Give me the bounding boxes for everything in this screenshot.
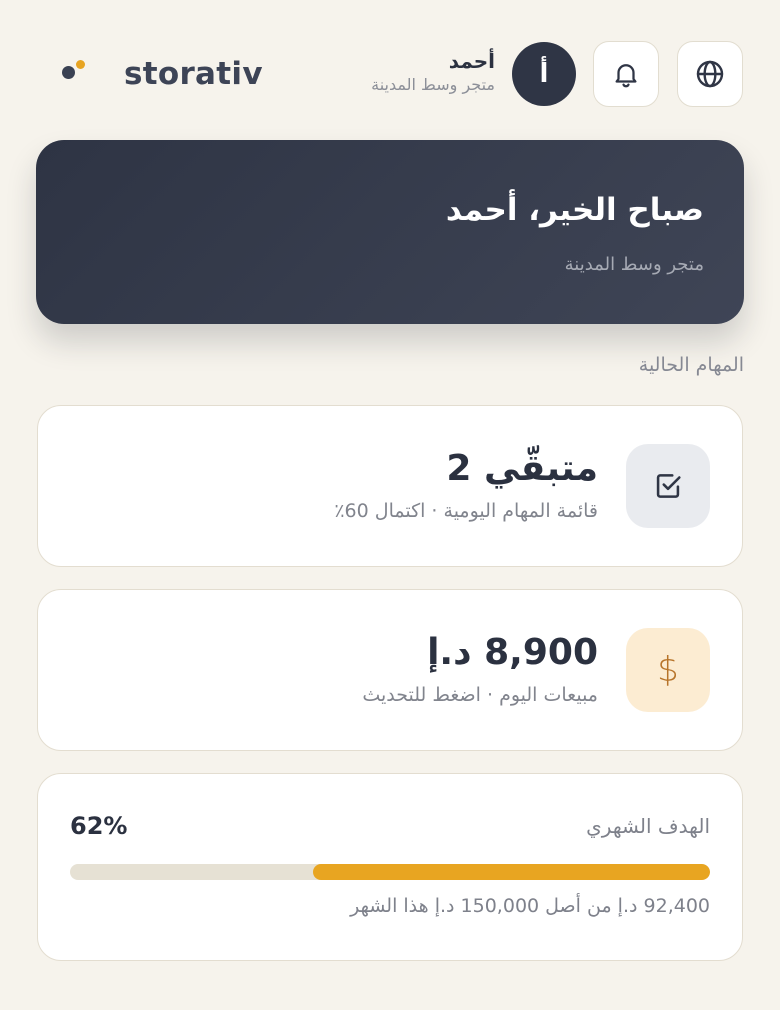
user-name: أحمد	[448, 49, 495, 73]
logo-mark-icon	[60, 54, 100, 94]
tasks-remaining: متبقّي 2	[446, 448, 598, 489]
sales-card[interactable]: $ 8,900 د.إ مبيعات اليوم · اضغط للتحديث	[37, 589, 743, 751]
tasks-card[interactable]: متبقّي 2 قائمة المهام اليومية · اكتمال 6…	[37, 405, 743, 567]
goal-progress-fill	[313, 864, 710, 880]
goal-percent: 62%	[70, 812, 128, 840]
sales-card-text: 8,900 د.إ مبيعات اليوم · اضغط للتحديث	[362, 628, 598, 708]
goal-caption: 92,400 د.إ من أصل 150,000 د.إ هذا الشهر	[350, 895, 710, 917]
sales-amount: 8,900 د.إ	[427, 632, 598, 673]
dollar-icon: $	[626, 628, 710, 712]
notifications-button[interactable]	[593, 41, 659, 107]
tasks-description: قائمة المهام اليومية · اكتمال 60٪	[334, 500, 598, 522]
tasks-card-text: متبقّي 2 قائمة المهام اليومية · اكتمال 6…	[334, 444, 598, 524]
greeting-title: صباح الخير، أحمد	[445, 192, 704, 228]
greeting-subtitle: متجر وسط المدينة	[564, 254, 704, 275]
user-info: أحمد متجر وسط المدينة	[371, 48, 495, 96]
brand-name: storativ	[124, 56, 263, 92]
section-title: المهام الحالية	[638, 354, 744, 376]
goal-progress-bar	[70, 864, 710, 880]
user-store: متجر وسط المدينة	[371, 75, 495, 94]
avatar[interactable]: أ	[512, 42, 576, 106]
greeting-banner: صباح الخير، أحمد متجر وسط المدينة	[36, 140, 744, 324]
language-button[interactable]	[677, 41, 743, 107]
checkbox-icon	[656, 474, 681, 498]
tasks-icon-tile	[626, 444, 710, 528]
goal-label: الهدف الشهري	[586, 814, 710, 838]
app-header: storativ أحمد متجر وسط المدينة أ	[0, 0, 780, 140]
brand-logo[interactable]: storativ	[60, 54, 263, 94]
monthly-goal-card: الهدف الشهري 62% 92,400 د.إ من أصل 150,0…	[37, 773, 743, 961]
bell-icon	[615, 64, 637, 88]
sales-description: مبيعات اليوم · اضغط للتحديث	[362, 684, 598, 706]
globe-icon	[696, 60, 724, 88]
